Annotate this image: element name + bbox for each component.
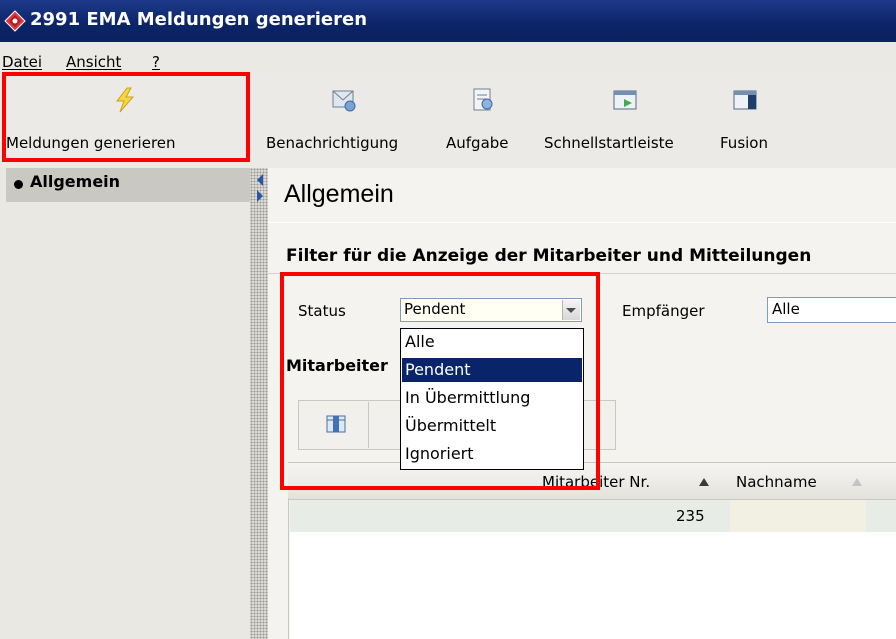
notification-icon [332, 90, 356, 112]
grid-border [288, 498, 289, 639]
filter-section-title: Filter für die Anzeige der Mitarbeiter u… [286, 246, 812, 266]
highlight-box [280, 272, 600, 490]
menu-bar [0, 42, 896, 72]
recipient-select-value: Alle [772, 300, 800, 318]
quicklaunch-button[interactable]: Schnellstartleiste [544, 134, 674, 152]
fusion-button[interactable]: Fusion [720, 134, 768, 152]
bullet-icon [14, 180, 23, 189]
sort-ascending-icon [699, 478, 709, 486]
app-logo-icon [4, 10, 26, 32]
fusion-icon [733, 90, 757, 110]
task-button[interactable]: Aufgabe [446, 134, 509, 152]
window-title: 2991 EMA Meldungen generieren [30, 9, 368, 30]
menu-ansicht[interactable]: Ansicht [66, 54, 121, 71]
recipient-label: Empfänger [622, 302, 705, 320]
collapse-arrows-icon[interactable] [255, 172, 265, 204]
grid-body [290, 532, 896, 639]
quicklaunch-icon [613, 90, 637, 110]
menu-datei[interactable]: Datei [2, 54, 42, 71]
highlight-box [2, 72, 250, 162]
sort-icon [852, 478, 862, 486]
cell-nachname [730, 500, 866, 532]
page-title: Allgemein [284, 180, 394, 208]
panel-splitter[interactable] [250, 168, 268, 639]
task-icon [473, 88, 493, 111]
menu-help[interactable]: ? [152, 54, 160, 71]
cell-mitarbeiter-nr: 235 [676, 507, 705, 525]
nav-item-label: Allgemein [30, 172, 121, 191]
left-nav-panel [0, 168, 250, 639]
column-header-nachname[interactable]: Nachname [736, 473, 817, 491]
divider [268, 222, 896, 223]
notification-button[interactable]: Benachrichtigung [266, 134, 398, 152]
